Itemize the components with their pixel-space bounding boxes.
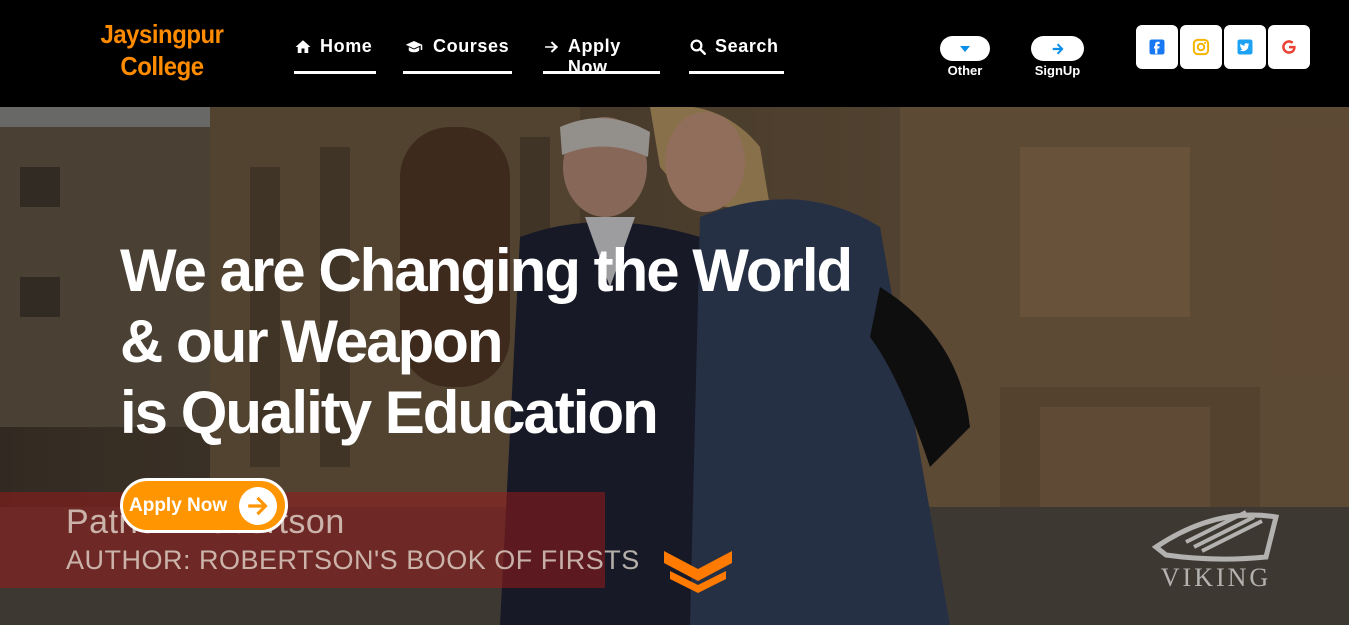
signup-label: SignUp: [1034, 63, 1081, 78]
search-icon: [690, 39, 706, 55]
viking-watermark-text: VIKING: [1160, 563, 1272, 592]
caret-down-icon: [960, 45, 970, 52]
hero-headline: We are Changing the World & our Weapon i…: [120, 235, 853, 448]
apply-now-button[interactable]: Apply Now: [120, 478, 288, 533]
instagram-icon: [1192, 38, 1210, 56]
nav-courses[interactable]: Courses: [403, 36, 512, 74]
arrow-right-icon: [1052, 42, 1064, 55]
twitter-link[interactable]: [1224, 25, 1266, 69]
nav-search[interactable]: Search: [689, 36, 784, 74]
viking-ship-logo: [1151, 510, 1280, 562]
viking-watermark: VIKING: [1146, 487, 1286, 597]
video-caption-role: AUTHOR: ROBERTSON'S BOOK OF FIRSTS: [66, 545, 640, 575]
google-link[interactable]: [1268, 25, 1310, 69]
nav-courses-label: Courses: [433, 36, 510, 56]
apply-now-label: Apply Now: [129, 494, 228, 516]
brand-line-2: College: [120, 51, 204, 81]
hero-section: Patrick Robertson AUTHOR: ROBERTSON'S BO…: [0, 107, 1349, 625]
google-icon: [1282, 40, 1297, 54]
signup-pill[interactable]: [1031, 36, 1084, 61]
nav-home[interactable]: Home: [294, 36, 376, 74]
home-icon: [295, 40, 311, 53]
instagram-link[interactable]: [1180, 25, 1222, 69]
other-label: Other: [947, 63, 983, 78]
facebook-link[interactable]: [1136, 25, 1178, 69]
twitter-icon: [1237, 39, 1253, 55]
other-pill[interactable]: [940, 36, 990, 61]
hero-headline-line-2: & our Weapon: [120, 308, 504, 375]
brand-logo[interactable]: Jaysingpur College: [94, 18, 230, 82]
arrow-right-icon: [248, 496, 268, 516]
facebook-icon: [1149, 39, 1165, 55]
hero-headline-line-1: We are Changing the World: [120, 237, 853, 304]
nav-home-label: Home: [320, 36, 373, 56]
graduation-cap-icon: [405, 41, 423, 53]
arrow-right-icon: [545, 41, 559, 53]
hero-headline-line-3: is Quality Education: [120, 379, 659, 446]
scroll-down-chevron-icon[interactable]: [662, 545, 734, 595]
nav-apply-label: Apply Now: [567, 36, 621, 77]
signup-button[interactable]: SignUp: [1031, 36, 1084, 78]
other-menu-button[interactable]: Other: [940, 36, 990, 78]
apply-now-arrow-circle: [239, 487, 277, 525]
brand-line-1: Jaysingpur: [100, 19, 224, 49]
nav-search-label: Search: [715, 36, 779, 56]
top-navbar: Jaysingpur College Home Courses Apply No…: [0, 0, 1349, 107]
nav-apply-now[interactable]: Apply Now: [543, 36, 660, 77]
